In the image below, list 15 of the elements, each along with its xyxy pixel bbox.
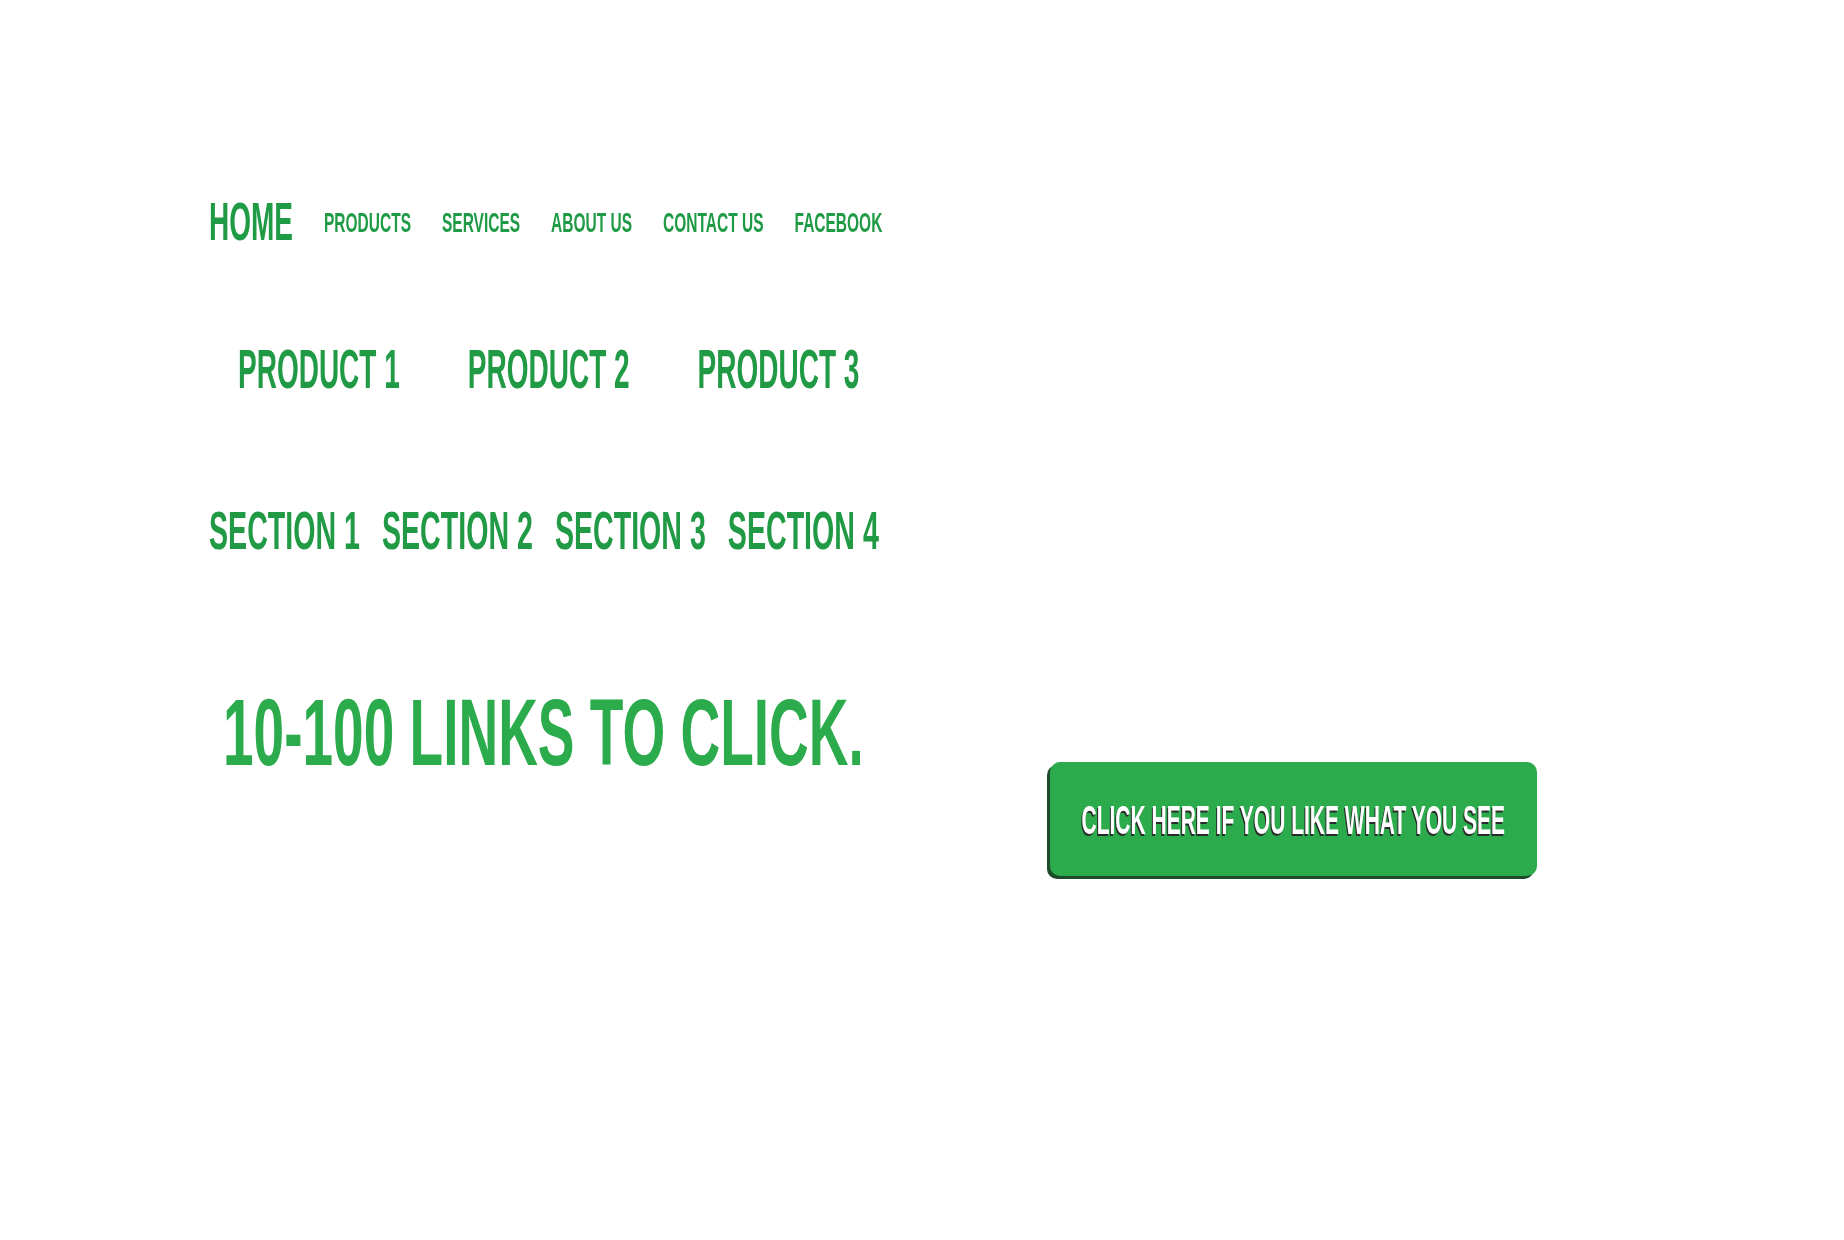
section-link[interactable]: SECTION 2 [381, 503, 533, 558]
nav-link[interactable]: HOME [209, 196, 293, 250]
nav-link[interactable]: ABOUT US [551, 209, 633, 237]
section-link[interactable]: SECTION 3 [554, 503, 706, 558]
headline: 10-100 LINKS TO CLICK. [223, 686, 864, 781]
nav-link[interactable]: SERVICES [442, 209, 521, 237]
product-link[interactable]: PRODUCT 1 [238, 342, 400, 398]
nav-link[interactable]: PRODUCTS [324, 209, 411, 237]
cta-button[interactable]: CLICK HERE IF YOU LIKE WHAT YOU SEE [1049, 762, 1537, 876]
nav-link[interactable]: FACEBOOK [794, 209, 883, 237]
product-link[interactable]: PRODUCT 3 [697, 342, 860, 398]
product-link[interactable]: PRODUCT 2 [467, 342, 630, 398]
section-link[interactable]: SECTION 1 [209, 503, 360, 558]
nav-link[interactable]: CONTACT US [663, 209, 764, 237]
section-link[interactable]: SECTION 4 [727, 503, 879, 558]
